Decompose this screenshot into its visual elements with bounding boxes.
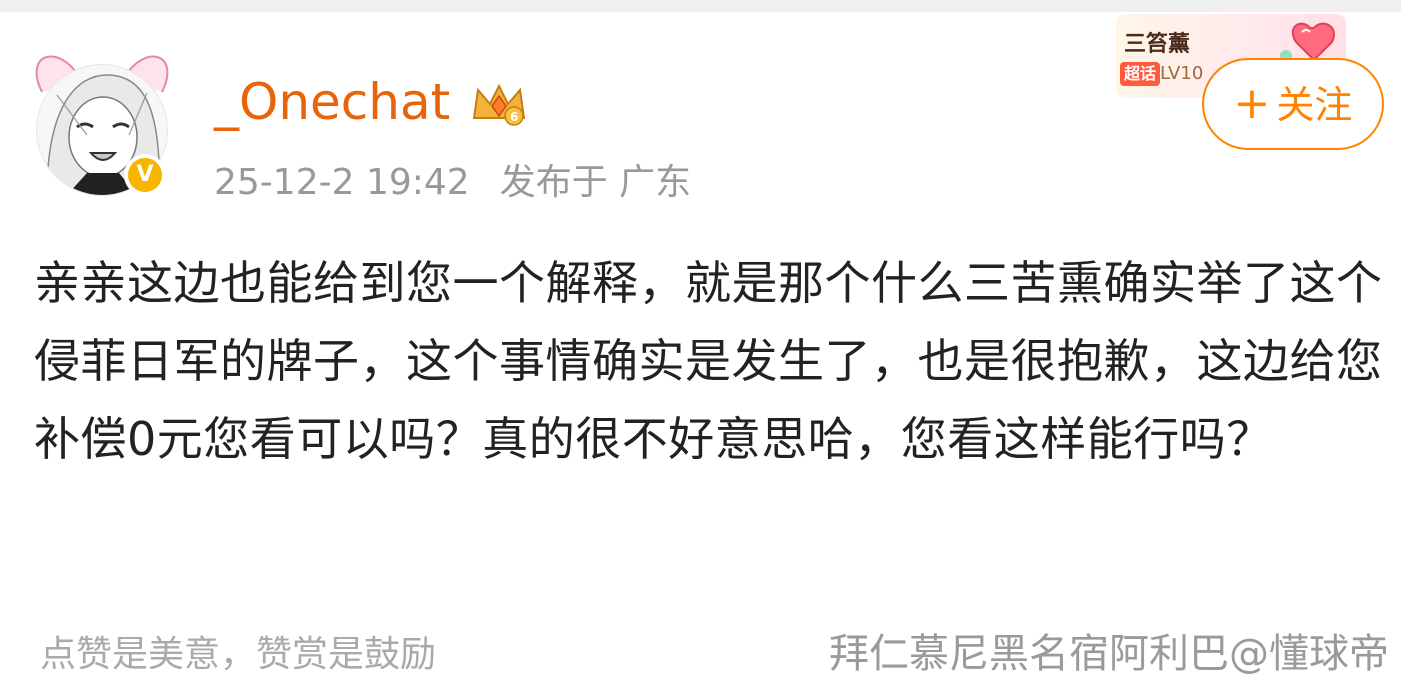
crown-level-badge-icon: 6: [472, 83, 526, 126]
post-body-text: 亲亲这边也能给到您一个解释，就是那个什么三苦熏确实举了这个侵菲日军的牌子，这个事…: [34, 256, 1383, 466]
follow-button[interactable]: + 关注: [1202, 58, 1384, 150]
super-topic-tag: 超话: [1120, 62, 1161, 86]
post-timestamp: 25-12-2 19:42: [214, 162, 470, 203]
verified-badge-icon: V: [124, 154, 166, 196]
super-topic-name: 三笞薰: [1124, 32, 1191, 57]
watermark-text: 拜仁慕尼黑名宿阿利巴@懂球帝: [829, 631, 1389, 677]
avatar-container[interactable]: V: [22, 42, 182, 212]
post-meta: 25-12-2 19:42 发布于 广东: [214, 160, 691, 206]
plus-icon: +: [1233, 78, 1271, 129]
username-link[interactable]: _Onechat: [214, 72, 450, 132]
svg-text:6: 6: [510, 110, 518, 124]
post-location: 发布于 广东: [499, 162, 692, 203]
follow-button-label: 关注: [1276, 83, 1353, 127]
tip-slogan-text: 点赞是美意，赞赏是鼓励: [40, 634, 437, 675]
super-topic-level: LV10: [1160, 63, 1204, 84]
top-divider-strip: [0, 0, 1401, 12]
